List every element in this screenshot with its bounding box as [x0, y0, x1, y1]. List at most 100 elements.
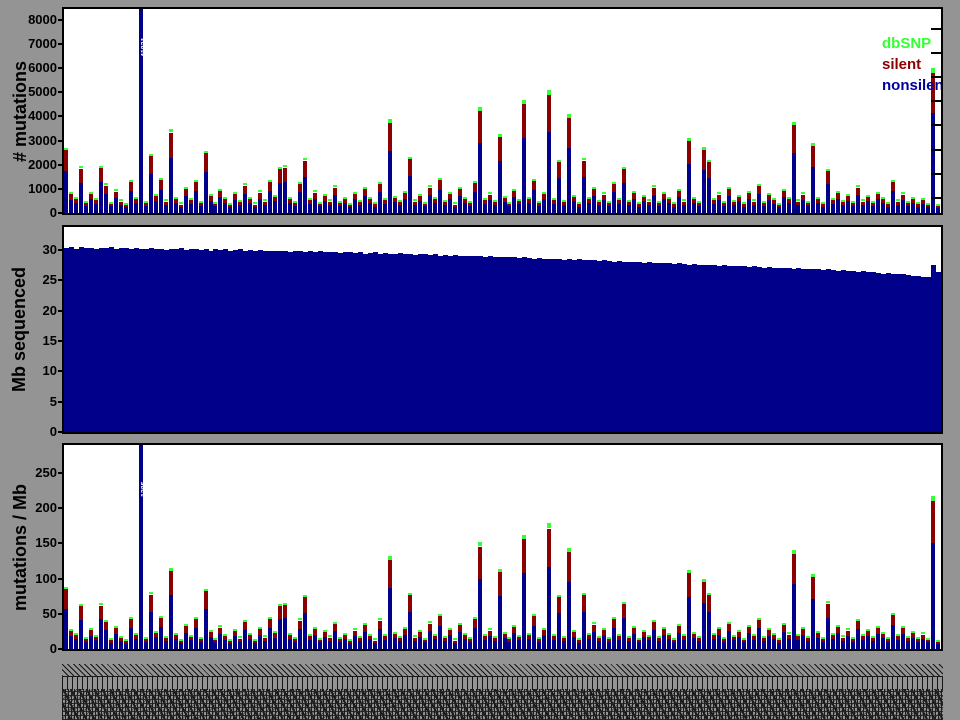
bar-segment	[144, 639, 148, 642]
y-tick-mark-left	[58, 188, 64, 190]
bar-segment	[134, 197, 138, 199]
bar-segment	[84, 206, 88, 213]
bar-segment	[752, 636, 756, 640]
bar-segment	[323, 194, 327, 196]
bar-segment	[737, 632, 741, 637]
bar-segment	[866, 629, 870, 631]
bar-segment	[722, 637, 726, 639]
y-tick-mark-left	[58, 212, 64, 214]
bar-segment	[164, 199, 168, 201]
bar-segment	[243, 622, 247, 630]
bar-segment	[672, 638, 676, 640]
x-axis-sample-labels-strip	[62, 652, 943, 720]
bar-segment	[821, 639, 825, 642]
bar-segment	[637, 642, 641, 649]
bar-segment	[99, 168, 103, 182]
bar-segment	[258, 627, 262, 629]
bar-segment	[488, 628, 492, 630]
bar-segment	[861, 199, 865, 201]
bar-segment	[617, 634, 621, 636]
bar-segment	[288, 633, 292, 635]
bar-segment	[757, 184, 761, 186]
bar-segment	[901, 200, 905, 213]
bar-segment	[393, 638, 397, 649]
bar-segment	[906, 638, 910, 641]
bar-segment	[378, 192, 382, 213]
legend-item-dbsnp: dbSNP	[882, 35, 932, 52]
bar-segment	[243, 194, 247, 213]
bar-segment	[652, 188, 656, 195]
bar-segment	[468, 639, 472, 642]
bar-segment	[218, 625, 222, 627]
bar-segment	[343, 199, 347, 203]
bar-segment	[79, 183, 83, 213]
bar-segment	[199, 639, 203, 642]
bar-segment	[677, 626, 681, 633]
bar-segment	[792, 554, 796, 584]
bar-segment	[717, 635, 721, 649]
bar-segment	[149, 612, 153, 649]
bar-segment	[438, 180, 442, 190]
bar-segment	[383, 636, 387, 640]
bar-segment	[826, 618, 830, 649]
bar-segment	[308, 640, 312, 649]
bar-segment	[119, 641, 123, 649]
bar-segment	[527, 203, 531, 213]
bar-segment	[816, 631, 820, 633]
bar-segment	[582, 595, 586, 612]
bar-segment	[856, 188, 860, 195]
bar-segment	[199, 642, 203, 649]
bar-segment	[358, 641, 362, 649]
bar-segment	[617, 198, 621, 200]
bar-segment	[796, 634, 800, 636]
bar-segment	[602, 628, 606, 630]
bar-segment	[886, 637, 890, 639]
bar-segment	[104, 183, 108, 185]
bar-segment	[622, 183, 626, 213]
panel-mutations-per-mb: 1385	[62, 443, 943, 651]
y-tick-mark-right	[931, 173, 941, 175]
bar-segment	[911, 197, 915, 199]
bar-segment	[557, 162, 561, 178]
bar-segment	[577, 640, 581, 643]
bar-segment	[189, 204, 193, 213]
bar-segment	[129, 180, 133, 182]
bar-segment	[811, 574, 815, 577]
bar-segment	[323, 201, 327, 213]
bar-segment	[313, 627, 317, 629]
bar-segment	[871, 636, 875, 638]
bar-segment	[84, 637, 88, 639]
bar-segment	[483, 200, 487, 204]
bar-segment	[74, 639, 78, 649]
bar-segment	[652, 622, 656, 630]
bar-segment	[906, 636, 910, 638]
bar-segment	[263, 205, 267, 213]
bar-segment	[821, 207, 825, 213]
bars-layer-mutations-per-mb	[64, 445, 941, 649]
bar-segment	[443, 636, 447, 638]
bar-segment	[223, 197, 227, 199]
bar-segment	[747, 199, 751, 213]
bar-segment	[657, 638, 661, 641]
bar-segment	[204, 172, 208, 213]
y-tick-mark-left	[58, 43, 64, 45]
bar-segment	[228, 207, 232, 213]
bar-segment	[278, 167, 282, 169]
bar-segment	[712, 198, 716, 200]
bar-segment	[557, 597, 561, 613]
bar-segment	[522, 104, 526, 138]
bar-segment	[134, 639, 138, 649]
bar-segment	[597, 200, 601, 202]
bar-segment	[777, 638, 781, 640]
bar-segment	[537, 206, 541, 213]
bar-segment	[722, 201, 726, 203]
bar-segment	[179, 643, 183, 649]
bar-segment	[174, 633, 178, 635]
bar-segment	[169, 133, 173, 158]
legend-item-nonsilent: nonsilent	[882, 77, 943, 94]
bar-segment	[936, 644, 940, 649]
bar-segment	[493, 636, 497, 638]
bar-segment	[682, 202, 686, 205]
bar-segment	[662, 629, 666, 635]
bar-segment	[164, 638, 168, 641]
